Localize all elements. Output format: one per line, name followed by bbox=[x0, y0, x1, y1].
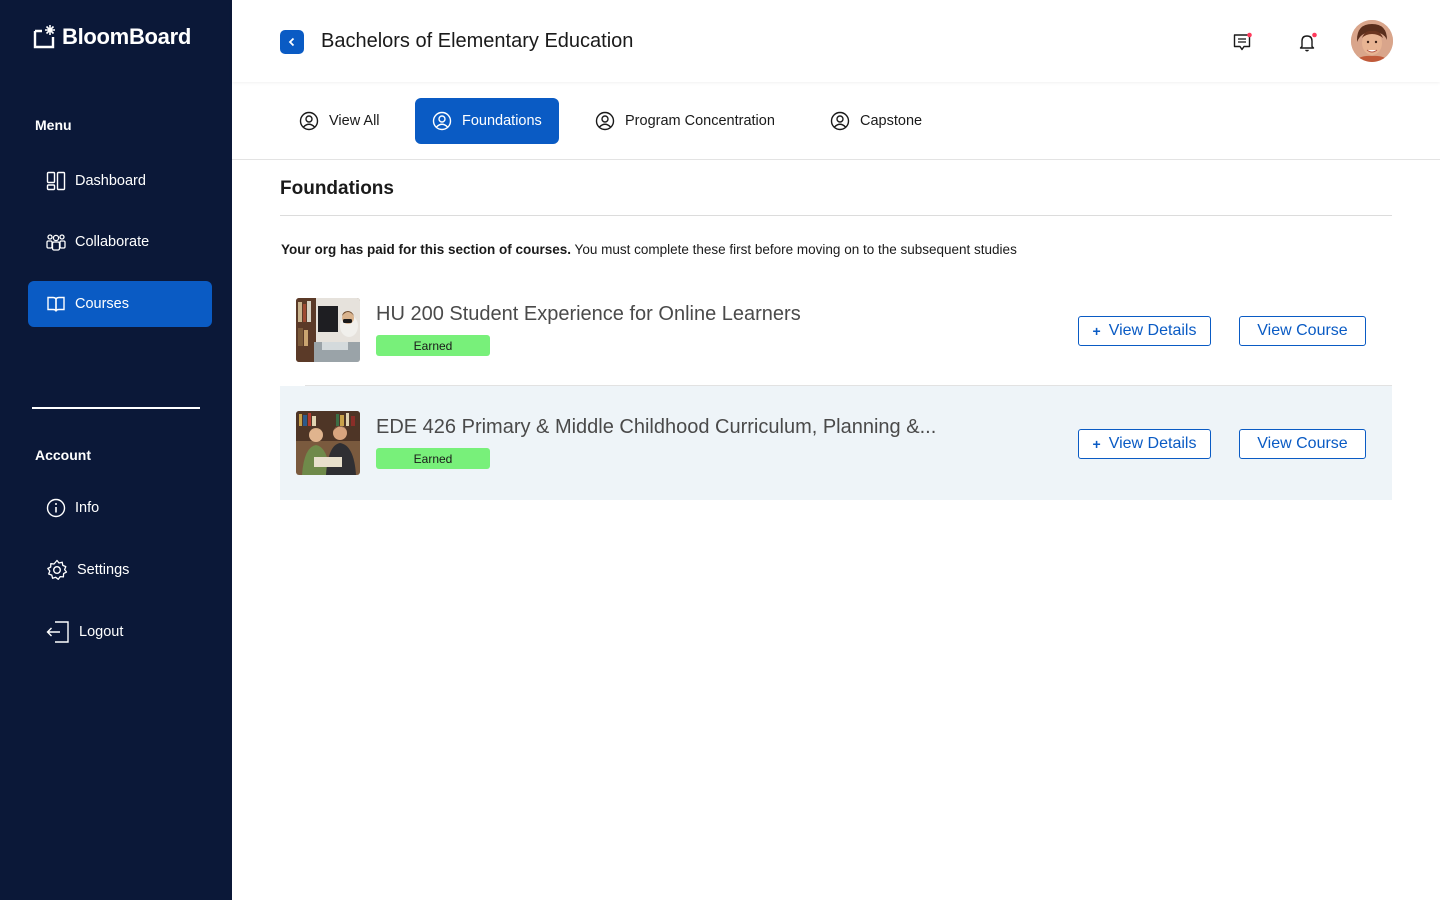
people-icon bbox=[46, 234, 66, 251]
course-name[interactable]: EDE 426 Primary & Middle Childhood Curri… bbox=[376, 416, 936, 439]
tab-view-all[interactable]: View All bbox=[282, 98, 397, 144]
page-title: Bachelors of Elementary Education bbox=[321, 30, 634, 52]
top-header: Bachelors of Elementary Education bbox=[232, 0, 1440, 82]
course-name[interactable]: HU 200 Student Experience for Online Lea… bbox=[376, 303, 801, 326]
book-icon bbox=[47, 296, 65, 312]
view-course-label: View Course bbox=[1257, 322, 1348, 339]
sidebar-divider bbox=[32, 407, 200, 409]
view-course-button[interactable]: View Course bbox=[1239, 316, 1366, 346]
user-avatar[interactable] bbox=[1351, 20, 1393, 62]
status-badge: Earned bbox=[376, 448, 490, 469]
account-section-label: Account bbox=[35, 447, 91, 463]
view-course-button[interactable]: View Course bbox=[1239, 429, 1366, 459]
info-icon bbox=[46, 498, 66, 518]
back-button[interactable] bbox=[280, 30, 304, 54]
sidebar-item-label: Logout bbox=[79, 624, 124, 640]
view-details-label: View Details bbox=[1108, 322, 1197, 339]
tab-label: View All bbox=[329, 113, 380, 129]
plus-icon: + bbox=[1092, 436, 1101, 452]
section-notice: Your org has paid for this section of co… bbox=[281, 242, 1017, 257]
sidebar-item-label: Courses bbox=[75, 296, 129, 312]
section-title: Foundations bbox=[280, 178, 394, 199]
sidebar-item-label: Collaborate bbox=[75, 234, 150, 250]
tab-foundations[interactable]: Foundations bbox=[415, 98, 559, 144]
notice-bold: Your org has paid for this section of co… bbox=[281, 242, 572, 257]
dashboard-icon bbox=[46, 171, 66, 191]
tab-capstone[interactable]: Capstone bbox=[813, 98, 939, 144]
view-course-label: View Course bbox=[1257, 435, 1348, 452]
avatar-image bbox=[1351, 20, 1393, 62]
course-thumbnail bbox=[296, 298, 360, 362]
tab-label: Foundations bbox=[462, 113, 542, 129]
user-circle-icon bbox=[830, 111, 850, 131]
course-row: EDE 426 Primary & Middle Childhood Curri… bbox=[280, 386, 1392, 500]
sidebar-item-label: Info bbox=[75, 500, 100, 516]
course-row: HU 200 Student Experience for Online Lea… bbox=[280, 286, 1392, 400]
sidebar-item-collaborate[interactable]: Collaborate bbox=[28, 219, 212, 265]
brand-logo[interactable]: BloomBoard bbox=[32, 24, 191, 50]
logo-icon bbox=[33, 25, 55, 49]
sidebar-item-courses[interactable]: Courses bbox=[28, 281, 212, 327]
tab-label: Program Concentration bbox=[625, 113, 775, 129]
sidebar-item-logout[interactable]: Logout bbox=[28, 609, 212, 655]
view-details-label: View Details bbox=[1108, 435, 1197, 452]
view-details-button[interactable]: + View Details bbox=[1078, 429, 1211, 459]
messages-button[interactable] bbox=[1232, 31, 1254, 53]
user-circle-icon bbox=[595, 111, 615, 131]
sidebar-item-info[interactable]: Info bbox=[28, 485, 212, 531]
status-badge: Earned bbox=[376, 335, 490, 356]
notifications-button[interactable] bbox=[1297, 31, 1319, 53]
brand-name: BloomBoard bbox=[62, 24, 192, 49]
sidebar-item-settings[interactable]: Settings bbox=[28, 547, 212, 593]
plus-icon: + bbox=[1092, 323, 1101, 339]
sidebar-item-label: Settings bbox=[77, 562, 130, 578]
tab-bar: View All Foundations Program Concentrati… bbox=[232, 82, 1440, 160]
user-circle-icon bbox=[432, 111, 452, 131]
course-image bbox=[296, 411, 360, 475]
sidebar-item-label: Dashboard bbox=[75, 173, 146, 189]
notice-text: You must complete these first before mov… bbox=[571, 242, 1017, 257]
menu-section-label: Menu bbox=[35, 117, 72, 133]
chevron-left-icon bbox=[288, 37, 295, 47]
sidebar-item-dashboard[interactable]: Dashboard bbox=[28, 158, 212, 204]
tab-label: Capstone bbox=[860, 113, 923, 129]
logout-icon bbox=[46, 621, 69, 643]
tab-program-concentration[interactable]: Program Concentration bbox=[578, 98, 792, 144]
bell-icon bbox=[1299, 32, 1317, 52]
view-details-button[interactable]: + View Details bbox=[1078, 316, 1211, 346]
course-image bbox=[296, 298, 360, 362]
chat-icon bbox=[1233, 32, 1252, 51]
sidebar: BloomBoard Menu Dashboard Collaborate Co… bbox=[0, 0, 232, 900]
gear-icon bbox=[47, 559, 68, 580]
section-divider bbox=[280, 215, 1392, 216]
user-circle-icon bbox=[299, 111, 319, 131]
course-thumbnail bbox=[296, 411, 360, 475]
